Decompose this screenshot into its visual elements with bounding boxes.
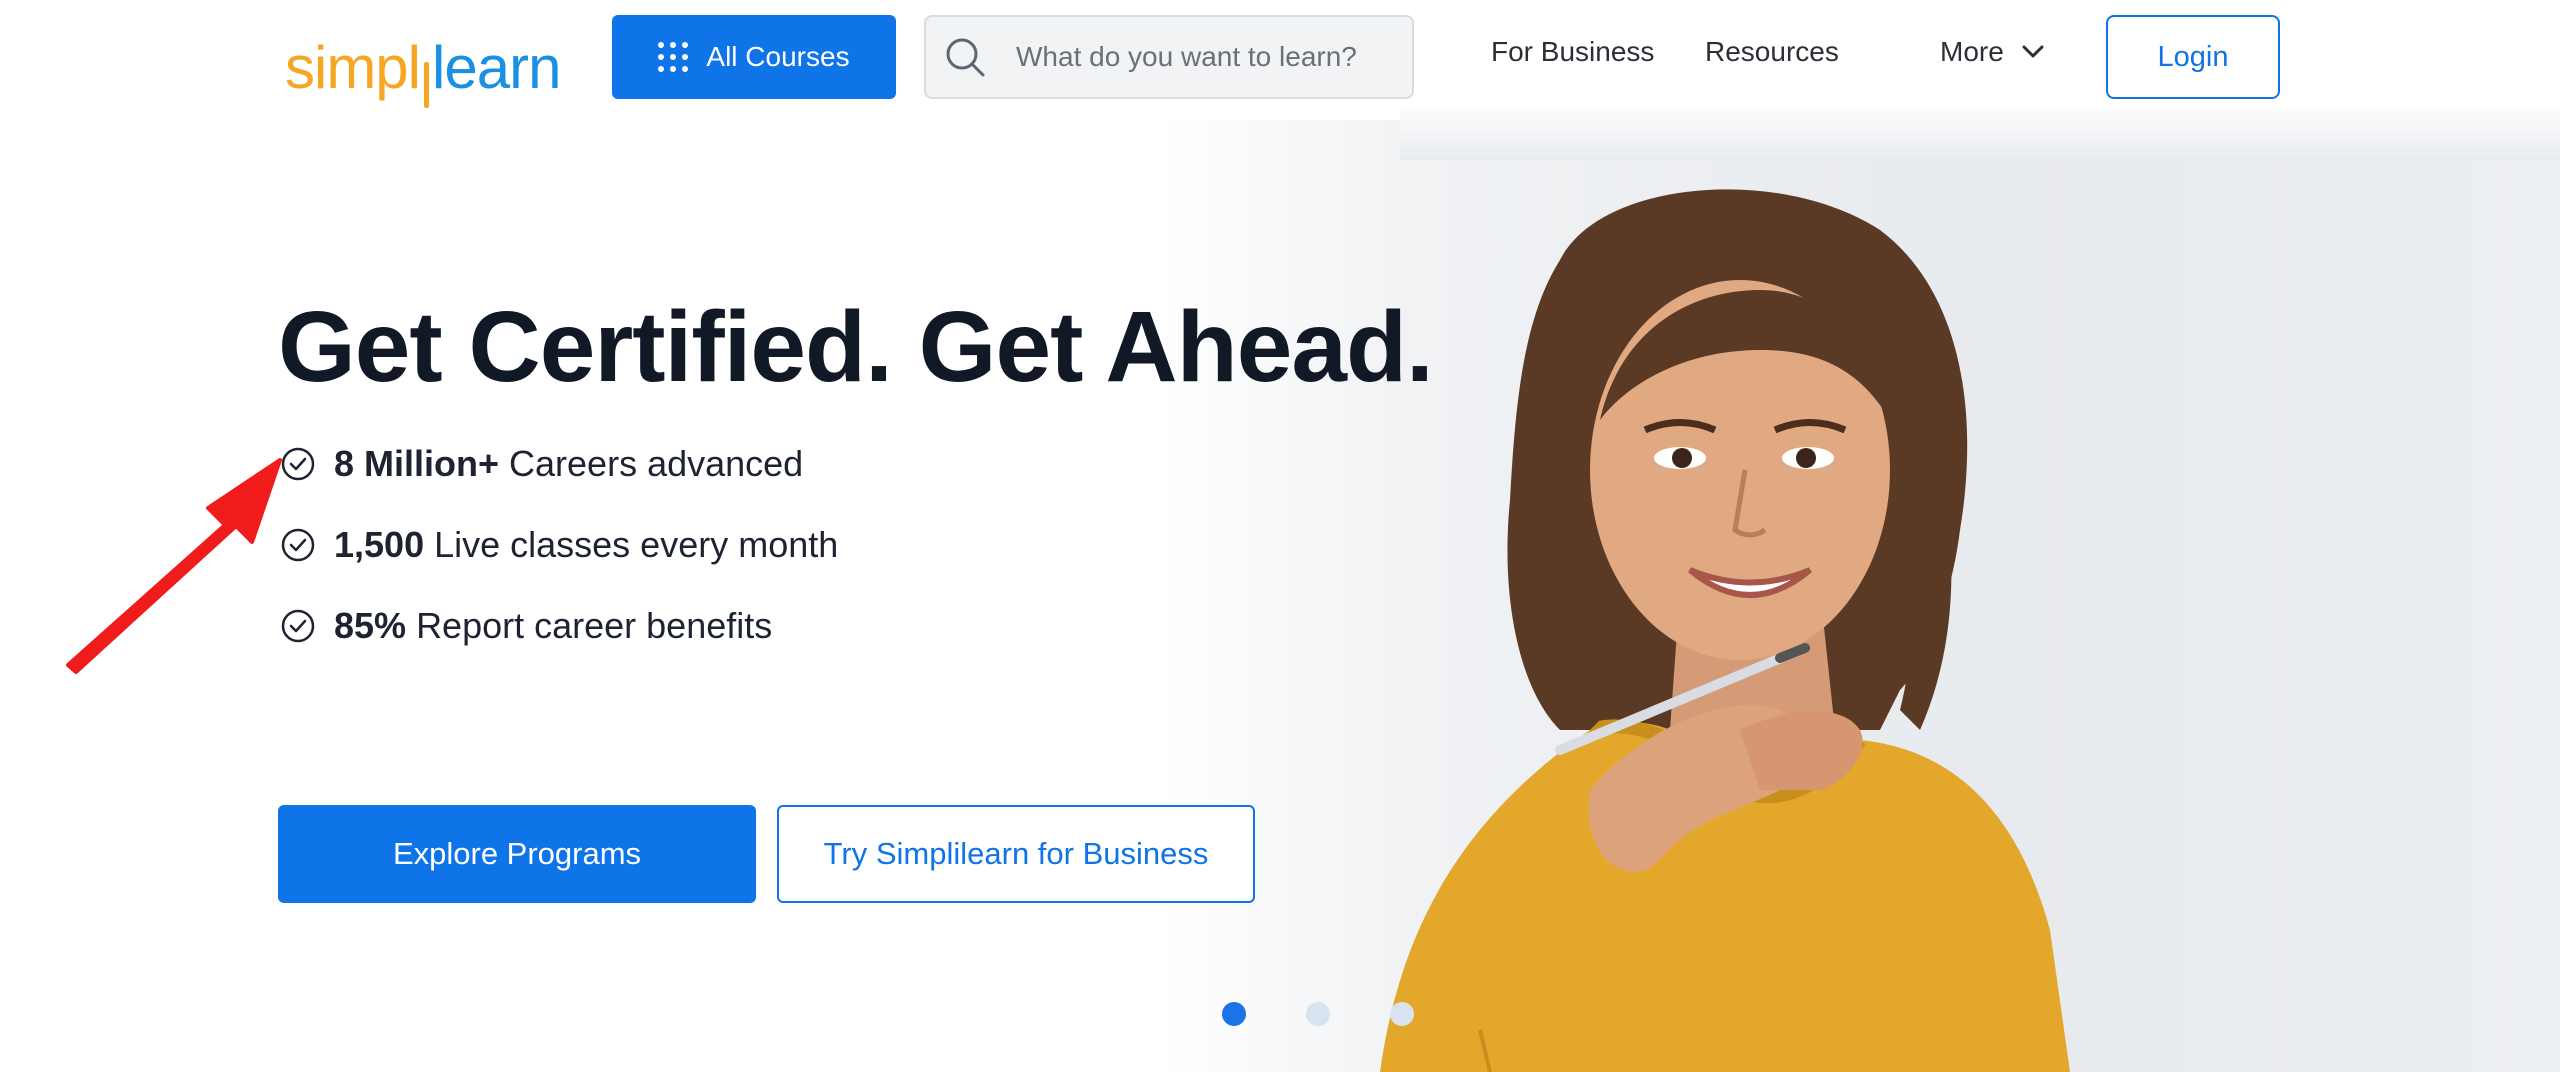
logo-bar	[424, 62, 430, 108]
all-courses-button[interactable]: All Courses	[612, 15, 896, 99]
nav-resources[interactable]: Resources	[1705, 36, 1839, 68]
carousel-dot-3[interactable]	[1390, 1002, 1414, 1026]
explore-programs-button[interactable]: Explore Programs	[278, 805, 756, 903]
hero-headline: Get Certified. Get Ahead.	[278, 291, 1434, 403]
stat-text: Live classes every month	[434, 524, 839, 565]
nav-more-label: More	[1940, 36, 2004, 67]
search-input[interactable]	[1014, 40, 1398, 74]
search-bar[interactable]	[924, 15, 1414, 99]
site-header: simpl learn All Courses For Business Res…	[0, 0, 2560, 115]
grid-icon	[658, 42, 689, 72]
stat-value: 8 Million+	[334, 443, 500, 484]
login-button[interactable]: Login	[2106, 15, 2280, 99]
stat-item: 85% Report career benefits	[280, 605, 772, 647]
nav-more[interactable]: More	[1940, 36, 2044, 68]
logo-part1: simpl	[285, 34, 421, 101]
stat-text: Careers advanced	[509, 443, 804, 484]
carousel-dots	[1222, 1002, 1414, 1026]
search-icon	[946, 38, 985, 77]
stat-item: 8 Million+ Careers advanced	[280, 443, 803, 485]
stat-value: 85%	[334, 605, 407, 646]
carousel-dot-1[interactable]	[1222, 1002, 1246, 1026]
try-business-button[interactable]: Try Simplilearn for Business	[777, 805, 1255, 903]
chevron-down-icon	[2022, 45, 2044, 58]
logo-part2: learn	[432, 34, 561, 101]
annotation-arrow	[66, 458, 282, 674]
simplilearn-logo[interactable]: simpl learn	[285, 18, 561, 108]
stat-value: 1,500	[334, 524, 425, 565]
nav-for-business[interactable]: For Business	[1491, 36, 1654, 68]
stat-text: Report career benefits	[416, 605, 773, 646]
carousel-dot-2[interactable]	[1306, 1002, 1330, 1026]
stat-item: 1,500 Live classes every month	[280, 524, 838, 566]
all-courses-label: All Courses	[706, 41, 850, 72]
